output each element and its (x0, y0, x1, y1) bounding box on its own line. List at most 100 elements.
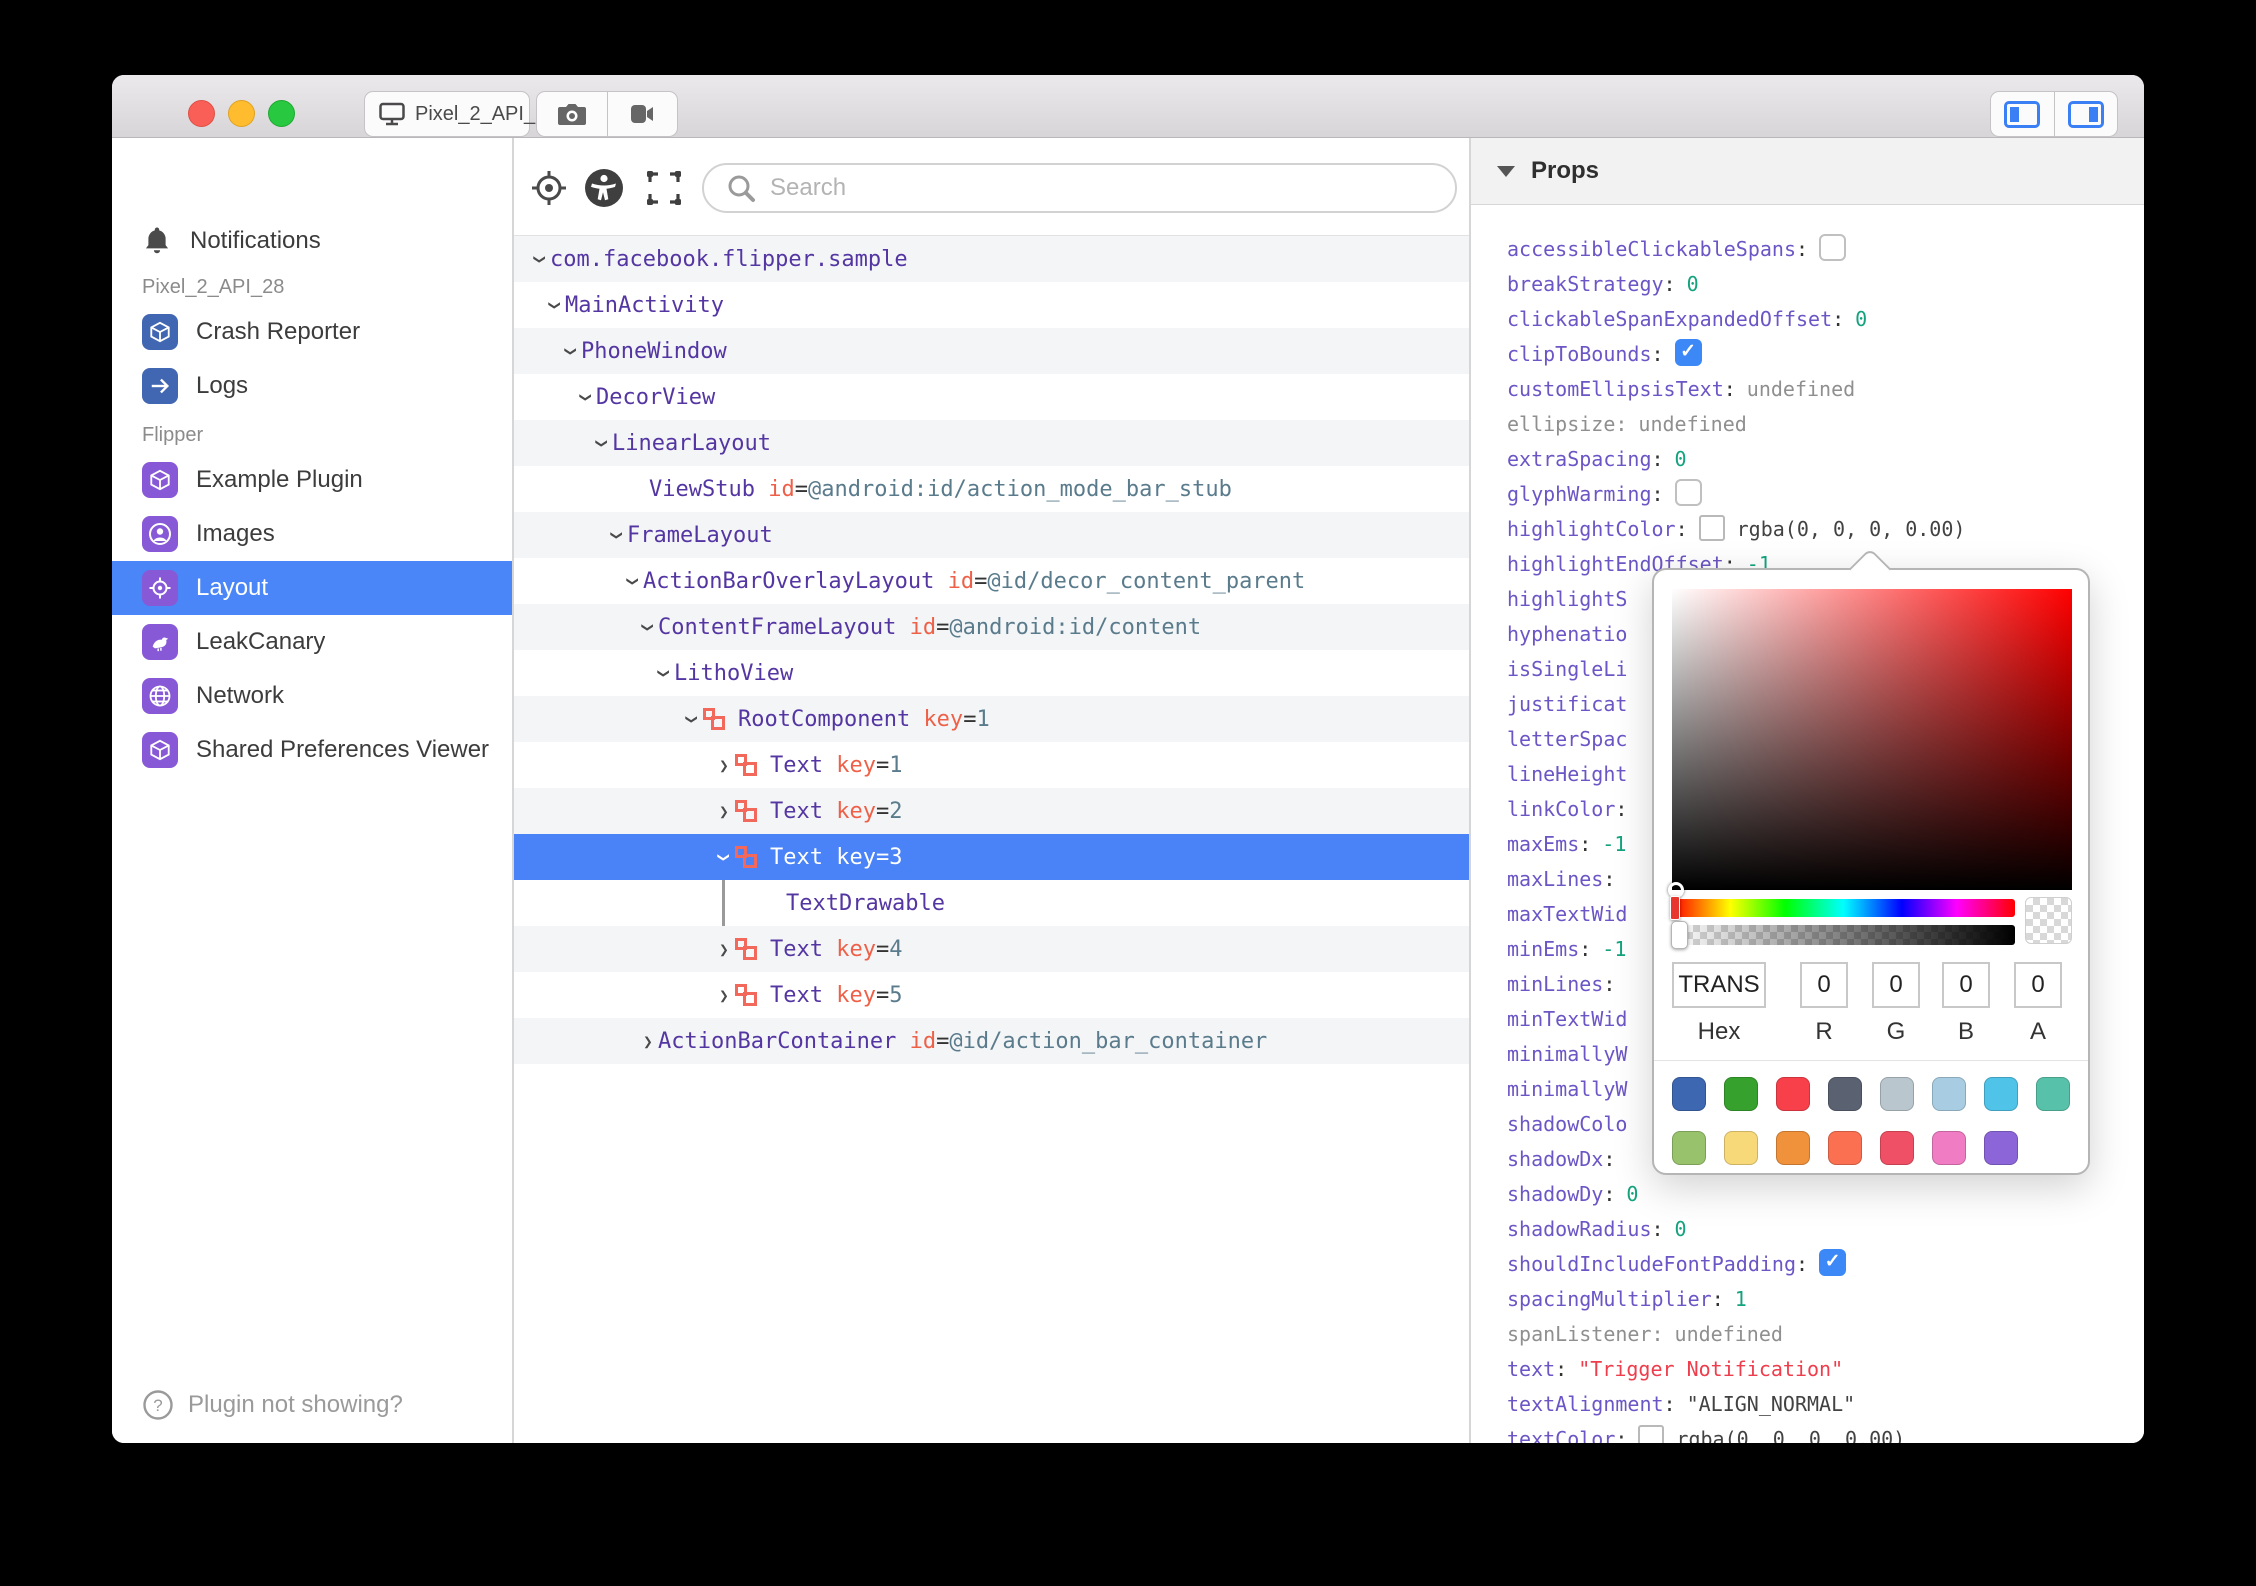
toggle-right-panel-button[interactable] (2053, 92, 2118, 136)
target-mode-button[interactable] (528, 167, 570, 209)
props-section-header[interactable]: Props (1471, 138, 2144, 205)
preset-color-swatch[interactable] (1672, 1131, 1706, 1165)
preset-color-swatch[interactable] (1672, 1077, 1706, 1111)
tree-node-linearlayout[interactable]: ❯ LinearLayout (514, 420, 1469, 466)
chevron-down-icon[interactable]: ❯ (531, 249, 550, 269)
tree-node-actionbaroverlaylayout[interactable]: ❯ ActionBarOverlayLayout id = @id/decor_con… (514, 558, 1469, 604)
close-button[interactable] (188, 100, 215, 127)
chevron-down-icon[interactable]: ❯ (639, 617, 658, 637)
tree-node-text[interactable]: ❯ Text key = 2 (514, 788, 1469, 834)
hue-slider-thumb[interactable] (1670, 896, 1680, 920)
expand-frame-button[interactable] (642, 166, 686, 210)
node-name: ContentFrameLayout (658, 614, 897, 640)
sidebar-item-leakcanary[interactable]: LeakCanary (112, 615, 512, 669)
chevron-down-icon[interactable]: ❯ (562, 341, 581, 361)
hex-input[interactable] (1672, 962, 1766, 1008)
color-well[interactable] (1638, 1424, 1665, 1443)
tree-node-text[interactable]: ❯ Text key = 3 (514, 834, 1469, 880)
tree-node-decorview[interactable]: ❯ DecorView (514, 374, 1469, 420)
preset-color-swatch[interactable] (1984, 1077, 2018, 1111)
svg-text:?: ? (153, 1396, 162, 1415)
tree-node-contentframelayout[interactable]: ❯ ContentFrameLayout id = @android:id/conte… (514, 604, 1469, 650)
sidebar-item-layout[interactable]: Layout (112, 561, 512, 615)
device-selector-button[interactable]: Pixel_2_API_28 (364, 91, 557, 137)
screenshot-button[interactable] (537, 92, 607, 136)
tree-node-actionbarcontainer[interactable]: ❯ ActionBarContainer id = @id/action_bar_co… (514, 1018, 1469, 1064)
preset-color-swatch[interactable] (1724, 1077, 1758, 1111)
accessibility-mode-button[interactable] (583, 167, 625, 209)
green-input[interactable] (1872, 962, 1920, 1008)
preset-color-swatch[interactable] (1828, 1077, 1862, 1111)
chevron-down-icon[interactable]: ❯ (593, 433, 612, 453)
preset-color-swatch[interactable] (1880, 1131, 1914, 1165)
alpha-slider-thumb[interactable] (1671, 921, 1688, 949)
screen-record-button[interactable] (606, 92, 678, 136)
preset-color-swatch[interactable] (1932, 1077, 1966, 1111)
hue-slider[interactable] (1670, 896, 2015, 920)
alpha-slider[interactable] (1671, 921, 2015, 949)
colon: : (1579, 936, 1592, 961)
prop-key: clipToBounds (1507, 341, 1652, 366)
minimize-button[interactable] (228, 100, 255, 127)
tree-node-phonewindow[interactable]: ❯ PhoneWindow (514, 328, 1469, 374)
tree-node-viewstub[interactable]: ViewStub id = @android:id/action_mode_bar_… (514, 466, 1469, 512)
sidebar-item-example-plugin[interactable]: Example Plugin (112, 453, 512, 507)
tree-node-text[interactable]: ❯ Text key = 1 (514, 742, 1469, 788)
chevron-right-icon[interactable]: ❯ (714, 940, 734, 959)
checkbox-checked[interactable]: ✓ (1819, 1249, 1847, 1276)
tree-node-rootcomponent[interactable]: ❯ RootComponent key = 1 (514, 696, 1469, 742)
sidebar-item-notifications[interactable]: Notifications (112, 214, 512, 268)
search-box[interactable] (702, 163, 1457, 213)
sidebar-item-network[interactable]: Network (112, 669, 512, 723)
chevron-down-icon[interactable]: ❯ (683, 709, 702, 729)
chevron-down-icon[interactable]: ❯ (655, 663, 674, 683)
preset-color-swatch[interactable] (1724, 1131, 1758, 1165)
chevron-right-icon[interactable]: ❯ (714, 986, 734, 1005)
tree-node-text[interactable]: ❯ Text key = 4 (514, 926, 1469, 972)
red-input[interactable] (1800, 962, 1848, 1008)
blue-input[interactable] (1942, 962, 1990, 1008)
search-input[interactable] (770, 174, 1370, 202)
bell-icon (142, 225, 172, 257)
saturation-value-gradient[interactable] (1668, 589, 2072, 898)
chevron-down-icon[interactable]: ❯ (715, 847, 734, 867)
tree-node-text[interactable]: ❯ Text key = 5 (514, 972, 1469, 1018)
tree-node-mainactivity[interactable]: ❯ MainActivity (514, 282, 1469, 328)
preset-color-swatch[interactable] (1984, 1131, 2018, 1165)
litho-component-icon (734, 844, 760, 870)
sidebar-item-images[interactable]: Images (112, 507, 512, 561)
checkbox-unchecked[interactable] (1819, 234, 1847, 261)
chevron-down-icon[interactable]: ❯ (624, 571, 643, 591)
chevron-down-icon[interactable]: ❯ (608, 525, 627, 545)
tree-node-com-facebook-flipper-sample[interactable]: ❯ com.facebook.flipper.sample (514, 236, 1469, 282)
prop-value: rgba(0, 0, 0, 0.00) (1736, 516, 1966, 541)
toggle-left-panel-button[interactable] (1991, 92, 2054, 136)
checkbox-unchecked[interactable] (1674, 479, 1702, 506)
tree-node-framelayout[interactable]: ❯ FrameLayout (514, 512, 1469, 558)
equals-sign: = (875, 982, 890, 1008)
prop-key: maxEms (1507, 831, 1580, 856)
zoom-button[interactable] (268, 100, 295, 127)
preset-color-swatch[interactable] (1932, 1131, 1966, 1165)
sidebar-item-logs[interactable]: Logs (112, 359, 512, 413)
chevron-down-icon[interactable]: ❯ (546, 295, 565, 315)
preset-color-swatch[interactable] (1880, 1077, 1914, 1111)
chevron-right-icon[interactable]: ❯ (638, 1032, 658, 1051)
alpha-input[interactable] (2014, 962, 2062, 1008)
sidebar-item-crash-reporter[interactable]: Crash Reporter (112, 305, 512, 359)
tree-node-textdrawable[interactable]: TextDrawable (514, 880, 1469, 926)
plugin-not-showing-link[interactable]: ? Plugin not showing? (142, 1389, 403, 1421)
sidebar-item-shared-preferences-viewer[interactable]: Shared Preferences Viewer (112, 723, 512, 777)
preset-color-swatch[interactable] (1828, 1131, 1862, 1165)
checkbox-checked[interactable]: ✓ (1674, 339, 1702, 366)
preset-color-swatch[interactable] (1776, 1077, 1810, 1111)
chevron-down-icon[interactable]: ❯ (577, 387, 596, 407)
preset-color-swatch[interactable] (2036, 1077, 2070, 1111)
node-attr-value: @id/action_bar_container (949, 1028, 1268, 1054)
chevron-right-icon[interactable]: ❯ (714, 756, 734, 775)
chevron-right-icon[interactable]: ❯ (714, 802, 734, 821)
color-well[interactable] (1698, 514, 1725, 541)
preset-color-swatch[interactable] (1776, 1131, 1810, 1165)
tree-node-lithoview[interactable]: ❯ LithoView (514, 650, 1469, 696)
alpha-label: A (2029, 1018, 2046, 1045)
